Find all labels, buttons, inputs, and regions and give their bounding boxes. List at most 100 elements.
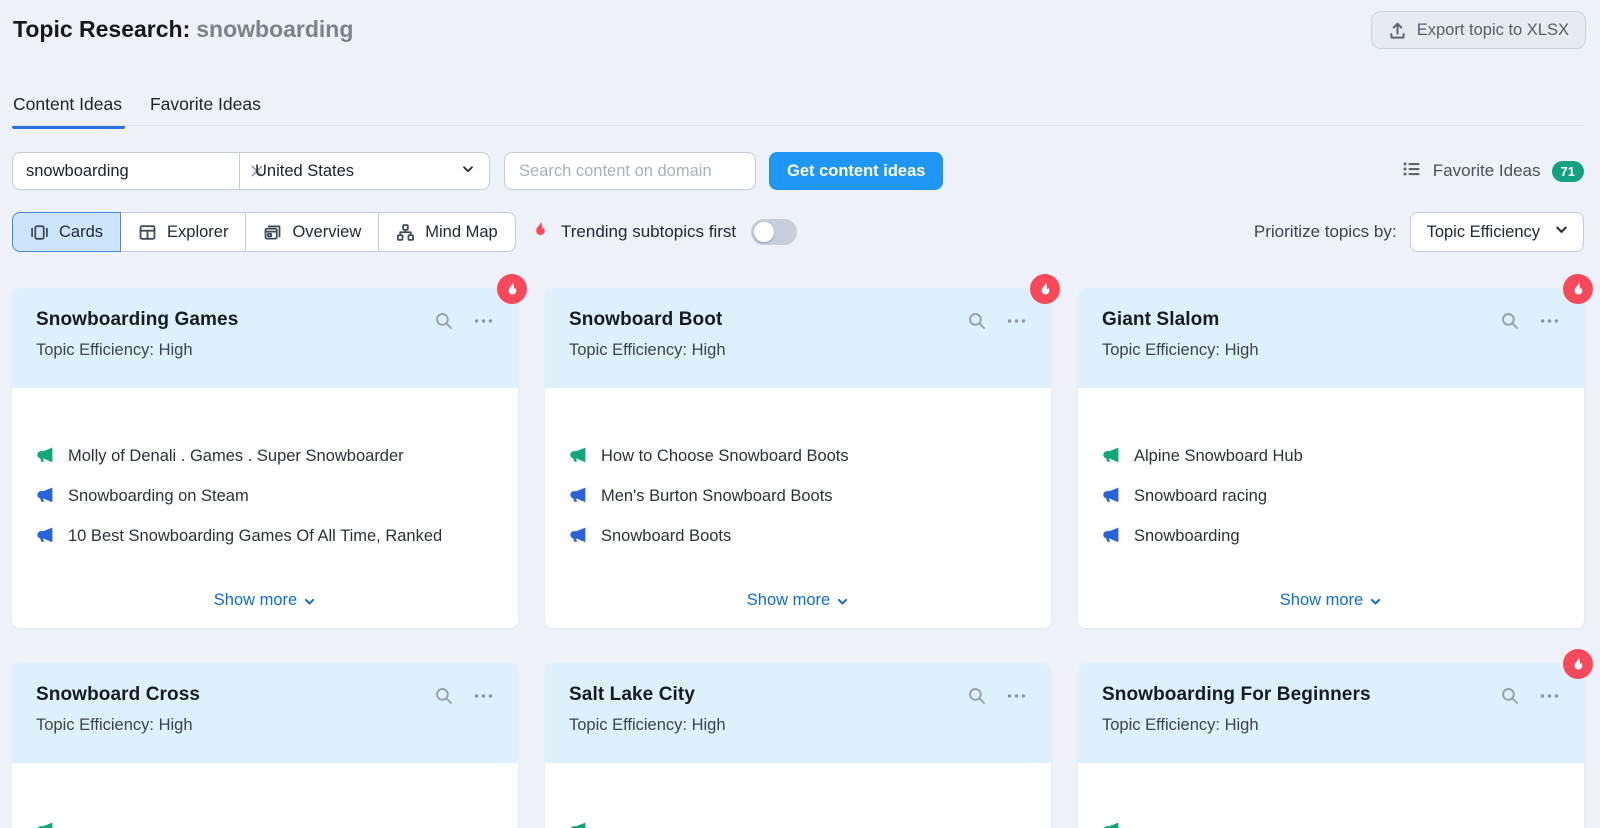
prioritize-select[interactable]: Topic Efficiency xyxy=(1410,212,1584,252)
idea-item[interactable]: Snowboarding on Steam xyxy=(36,485,494,510)
show-more-link[interactable]: Show more xyxy=(1280,591,1382,612)
green-megaphone-icon xyxy=(569,446,587,470)
more-options-icon[interactable] xyxy=(1539,686,1560,706)
view-mindmap-button[interactable]: Mind Map xyxy=(378,212,515,252)
view-overview-button[interactable]: Overview xyxy=(245,212,379,252)
card-header: Giant Slalom Topic Efficiency: High xyxy=(1078,288,1584,388)
upload-icon xyxy=(1388,21,1407,40)
country-select[interactable]: United States xyxy=(240,153,489,189)
more-options-icon[interactable] xyxy=(1006,311,1027,331)
more-options-icon[interactable] xyxy=(1006,686,1027,706)
search-icon[interactable] xyxy=(1500,686,1520,706)
green-megaphone-icon xyxy=(569,821,587,828)
keyword-input[interactable] xyxy=(13,153,250,189)
topic-card-salt-lake-city: Salt Lake City Topic Efficiency: High xyxy=(545,663,1051,828)
idea-item[interactable]: Molly of Denali . Games . Super Snowboar… xyxy=(36,445,494,470)
overview-view-icon xyxy=(263,223,282,242)
favorite-ideas-label: Favorite Ideas xyxy=(1433,161,1541,181)
search-icon[interactable] xyxy=(967,686,987,706)
topic-efficiency: Topic Efficiency: High xyxy=(36,341,494,360)
domain-search-input[interactable] xyxy=(505,162,755,181)
show-more-link[interactable]: Show more xyxy=(214,591,316,612)
view-cards-button[interactable]: Cards xyxy=(12,212,121,252)
idea-item[interactable] xyxy=(36,820,494,828)
show-more-link[interactable]: Show more xyxy=(747,591,849,612)
card-body: How to Choose Snowboard Boots Men's Burt… xyxy=(545,388,1051,628)
idea-item[interactable]: Snowboard Boots xyxy=(569,525,1027,550)
list-icon xyxy=(1402,159,1422,184)
domain-search-box xyxy=(504,152,756,190)
card-header: Snowboard Cross Topic Efficiency: High xyxy=(12,663,518,763)
search-icon[interactable] xyxy=(434,311,454,331)
tab-bar: Content Ideas Favorite Ideas xyxy=(13,94,261,129)
trending-flame-badge xyxy=(497,274,527,304)
idea-item[interactable] xyxy=(1102,820,1560,828)
idea-text: 10 Best Snowboarding Games Of All Time, … xyxy=(68,525,442,547)
card-header: Snowboard Boot Topic Efficiency: High xyxy=(545,288,1051,388)
search-row: United States Get content ideas Favorite… xyxy=(0,152,1600,190)
search-icon[interactable] xyxy=(434,686,454,706)
more-options-icon[interactable] xyxy=(473,311,494,331)
view-cards-label: Cards xyxy=(59,223,103,242)
show-more-label: Show more xyxy=(214,591,297,610)
card-header: Snowboarding Games Topic Efficiency: Hig… xyxy=(12,288,518,388)
tab-content-ideas[interactable]: Content Ideas xyxy=(13,94,122,129)
green-megaphone-icon xyxy=(36,446,54,470)
idea-item[interactable] xyxy=(569,820,1027,828)
favorite-ideas-link[interactable]: Favorite Ideas 71 xyxy=(1402,152,1584,190)
card-title: Snowboarding Games xyxy=(36,309,238,331)
trending-flame-badge xyxy=(1030,274,1060,304)
search-icon[interactable] xyxy=(1500,311,1520,331)
view-explorer-button[interactable]: Explorer xyxy=(120,212,246,252)
trending-subtopics-control: Trending subtopics first xyxy=(531,212,797,252)
idea-item[interactable]: How to Choose Snowboard Boots xyxy=(569,445,1027,470)
card-body xyxy=(1078,763,1584,828)
topic-efficiency: Topic Efficiency: High xyxy=(569,716,1027,735)
cards-view-icon xyxy=(30,223,49,242)
keyword-box xyxy=(13,153,240,189)
idea-item[interactable]: Snowboarding xyxy=(1102,525,1560,550)
topic-card-giant-slalom: Giant Slalom Topic Efficiency: High xyxy=(1078,288,1584,628)
toggle-knob xyxy=(754,222,774,242)
search-icon[interactable] xyxy=(967,311,987,331)
trending-flame-badge xyxy=(1563,274,1593,304)
more-options-icon[interactable] xyxy=(1539,311,1560,331)
card-body: Alpine Snowboard Hub Snowboard racing Sn… xyxy=(1078,388,1584,628)
green-megaphone-icon xyxy=(1102,446,1120,470)
card-body: Molly of Denali . Games . Super Snowboar… xyxy=(12,388,518,628)
chevron-down-icon xyxy=(1554,222,1569,242)
blue-megaphone-icon xyxy=(1102,526,1120,550)
export-topic-label: Export topic to XLSX xyxy=(1417,21,1569,40)
view-overview-label: Overview xyxy=(292,223,361,242)
more-options-icon[interactable] xyxy=(473,686,494,706)
idea-text: Snowboarding xyxy=(1134,525,1240,547)
mindmap-view-icon xyxy=(396,223,415,242)
idea-item[interactable]: Alpine Snowboard Hub xyxy=(1102,445,1560,470)
topic-card-snowboard-cross: Snowboard Cross Topic Efficiency: High xyxy=(12,663,518,828)
export-topic-button[interactable]: Export topic to XLSX xyxy=(1371,11,1586,49)
topic-card-snowboarding-games: Snowboarding Games Topic Efficiency: Hig… xyxy=(12,288,518,628)
keyword-country-group: United States xyxy=(12,152,490,190)
idea-item[interactable]: 10 Best Snowboarding Games Of All Time, … xyxy=(36,525,494,550)
idea-text: Snowboarding on Steam xyxy=(68,485,249,507)
green-megaphone-icon xyxy=(1102,821,1120,828)
card-title: Snowboarding For Beginners xyxy=(1102,684,1371,706)
trending-subtopics-toggle[interactable] xyxy=(751,219,797,245)
idea-item[interactable]: Snowboard racing xyxy=(1102,485,1560,510)
topic-card-snowboarding-for-beginners: Snowboarding For Beginners Topic Efficie… xyxy=(1078,663,1584,828)
blue-megaphone-icon xyxy=(1102,486,1120,510)
tab-favorite-ideas[interactable]: Favorite Ideas xyxy=(150,94,261,129)
topic-card-snowboard-boot: Snowboard Boot Topic Efficiency: High xyxy=(545,288,1051,628)
card-title: Giant Slalom xyxy=(1102,309,1219,331)
idea-item[interactable]: Men's Burton Snowboard Boots xyxy=(569,485,1027,510)
idea-text: Molly of Denali . Games . Super Snowboar… xyxy=(68,445,404,467)
idea-text: Snowboard Boots xyxy=(601,525,731,547)
topic-efficiency: Topic Efficiency: High xyxy=(36,716,494,735)
view-toolbar: Cards Explorer Overview xyxy=(0,212,1600,252)
topic-research-page: Topic Research:snowboarding Export topic… xyxy=(0,0,1600,828)
topic-efficiency: Topic Efficiency: High xyxy=(569,341,1027,360)
show-more-label: Show more xyxy=(747,591,830,610)
get-content-ideas-button[interactable]: Get content ideas xyxy=(769,152,943,190)
card-title: Salt Lake City xyxy=(569,684,695,706)
tabs-divider xyxy=(12,125,1584,126)
